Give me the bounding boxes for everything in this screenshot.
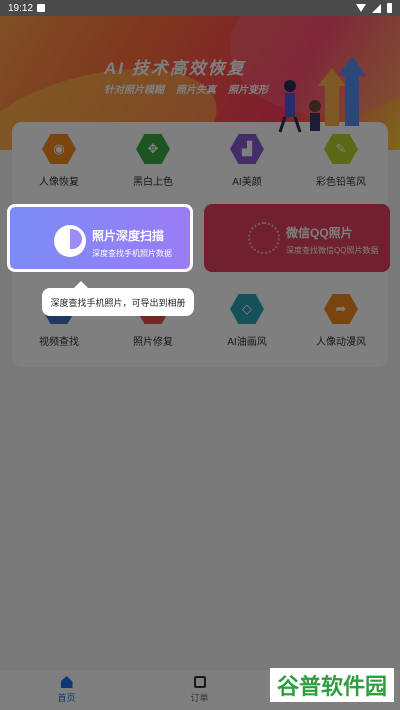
watermark-text: 谷普软件园: [276, 674, 387, 699]
tool-label: 黑白上色: [133, 177, 173, 188]
tool-oil-painting[interactable]: ◇ AI油画风: [200, 294, 294, 348]
wechat-qq-photo-card[interactable]: 微信QQ照片 深度查找微信QQ照片数据: [204, 204, 390, 272]
banner-subtitle: 针对照片模糊: [104, 85, 164, 96]
camera-icon: ◉: [42, 134, 76, 164]
card-title: 微信QQ照片: [286, 226, 353, 240]
signal-icon: [372, 3, 381, 13]
tab-label: 订单: [190, 693, 209, 703]
tool-color-pencil[interactable]: ✎ 彩色铅笔风: [294, 134, 388, 188]
card-desc: 深度查找手机照片数据: [92, 249, 172, 258]
tool-portrait-restore[interactable]: ◉ 人像恢复: [12, 134, 106, 188]
guide-tooltip[interactable]: 深度查找手机照片，可导出到相册: [42, 281, 194, 316]
orders-icon: [193, 676, 206, 688]
move-arrows-icon: ✥: [136, 134, 170, 164]
tool-colorize[interactable]: ✥ 黑白上色: [106, 134, 200, 188]
notification-icon: [37, 4, 46, 12]
card-title: 照片深度扫描: [92, 229, 165, 243]
wifi-icon: [356, 4, 366, 12]
status-bar: 19:12: [0, 0, 400, 16]
tool-label: AI美颜: [232, 177, 262, 188]
banner-subtitle: 照片失真: [176, 85, 216, 96]
tool-label: 视频查找: [39, 337, 79, 348]
tool-anime-style[interactable]: ➦ 人像动漫风: [294, 294, 388, 348]
share-icon: ➦: [324, 294, 358, 324]
tool-label: 人像恢复: [39, 177, 79, 188]
banner-subtitle: 照片变形: [228, 85, 268, 96]
tools-row: ◉ 人像恢复 ✥ 黑白上色 ▟ AI美颜 ✎ 彩色铅笔风: [12, 134, 388, 188]
banner-illustration-icon: [278, 56, 366, 133]
tool-label: 人像动漫风: [316, 337, 366, 348]
banner-title: AI 技术高效恢复: [104, 59, 246, 78]
tab-home[interactable]: 首页: [0, 670, 133, 710]
home-icon: [60, 676, 73, 688]
tool-ai-beauty[interactable]: ▟ AI美颜: [200, 134, 294, 188]
tab-orders[interactable]: 订单: [133, 670, 266, 710]
deep-scan-card[interactable]: 照片深度扫描 深度查找手机照片数据: [7, 204, 193, 272]
pencil-icon: ✎: [324, 134, 358, 164]
status-time: 19:12: [8, 2, 34, 14]
pie-chart-icon: [54, 225, 86, 257]
tab-label: 首页: [57, 693, 76, 703]
chart-icon: ▟: [230, 134, 264, 164]
tool-label: 照片修复: [133, 337, 173, 348]
watermark-logo: 谷普软件园: [270, 668, 394, 702]
tooltip-text: 深度查找手机照片，可导出到相册: [50, 297, 186, 308]
card-desc: 深度查找微信QQ照片数据: [286, 246, 379, 255]
painting-icon: ◇: [230, 294, 264, 324]
tool-label: 彩色铅笔风: [316, 177, 366, 188]
gear-icon: [248, 222, 280, 254]
tool-label: AI油画风: [227, 337, 267, 348]
banner-subtitles: 针对照片模糊 照片失真 照片变形: [104, 81, 268, 96]
battery-icon: [387, 3, 392, 13]
